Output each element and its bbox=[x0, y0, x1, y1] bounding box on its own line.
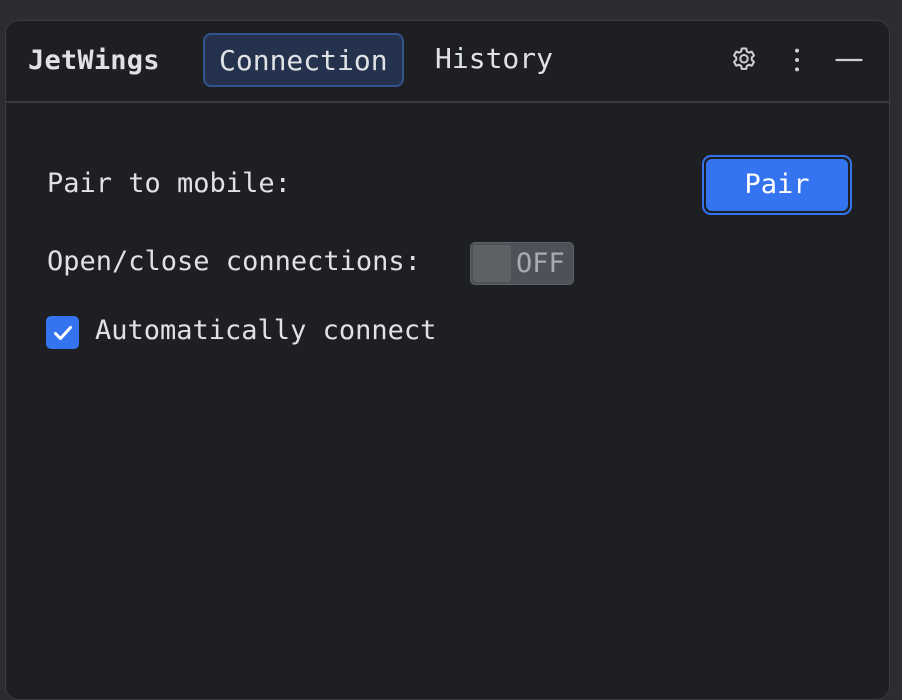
checkmark-icon bbox=[53, 325, 72, 340]
tab-connection[interactable]: Connection bbox=[203, 33, 404, 87]
tool-window-header: JetWings Connection History bbox=[6, 21, 889, 103]
connection-content: Pair to mobile: Pair Open/close connecti… bbox=[6, 103, 889, 699]
toggle-state-text: OFF bbox=[516, 248, 565, 279]
pair-to-mobile-label: Pair to mobile: bbox=[47, 168, 291, 199]
toggle-knob bbox=[473, 245, 511, 282]
jetwings-tool-window: JetWings Connection History Pair to mobi… bbox=[5, 20, 890, 700]
connections-toggle[interactable]: OFF bbox=[470, 242, 574, 285]
open-close-connections-label: Open/close connections: bbox=[47, 246, 421, 277]
more-vertical-icon[interactable] bbox=[780, 43, 814, 77]
gear-icon[interactable] bbox=[727, 43, 761, 77]
tab-history[interactable]: History bbox=[420, 33, 568, 87]
minimize-icon[interactable] bbox=[832, 43, 866, 77]
auto-connect-checkbox[interactable] bbox=[46, 316, 79, 349]
app-title: JetWings bbox=[28, 45, 160, 76]
auto-connect-label[interactable]: Automatically connect bbox=[95, 315, 436, 346]
pair-button-label: Pair bbox=[706, 159, 848, 211]
pair-button[interactable]: Pair bbox=[702, 155, 852, 215]
